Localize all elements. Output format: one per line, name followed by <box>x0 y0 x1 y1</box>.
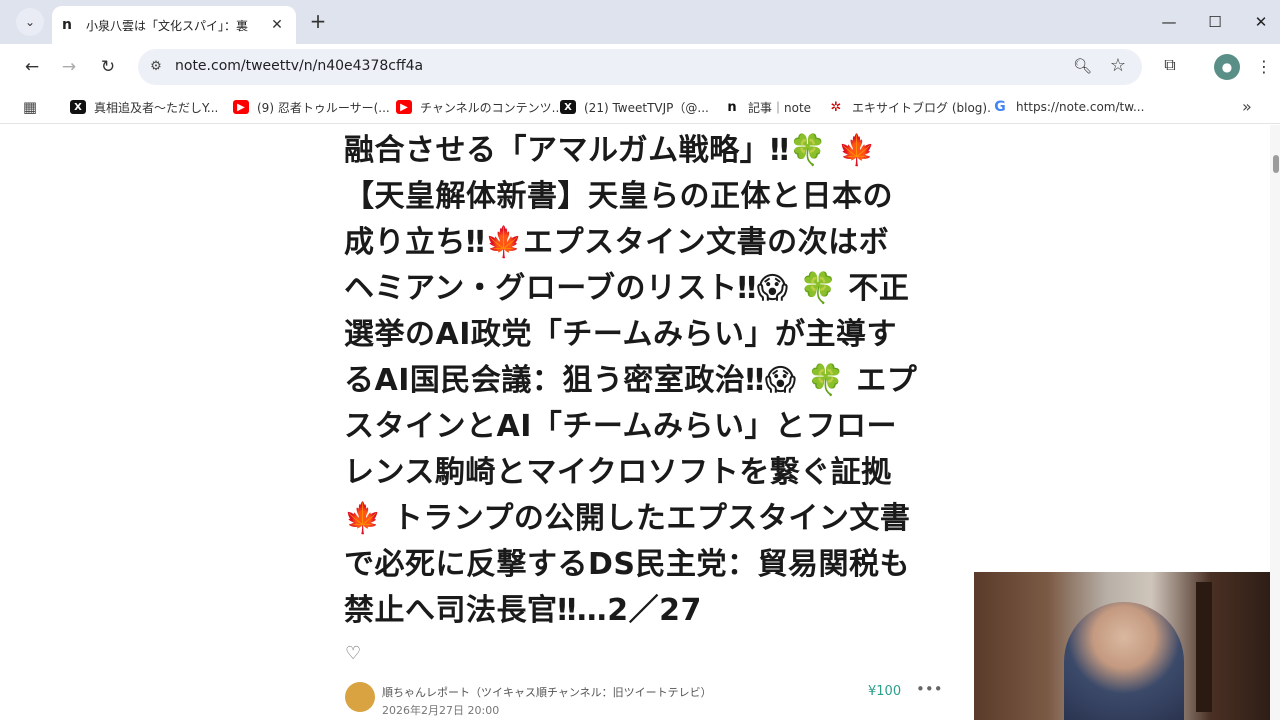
heart-icon[interactable]: ♡ <box>345 643 361 664</box>
active-tab[interactable]: n 小泉八雲は「文化スパイ」：裏 ✕ <box>52 6 296 44</box>
tab-title: 小泉八雲は「文化スパイ」：裏 <box>86 18 249 33</box>
author-name[interactable]: 順ちゃんレポート（ツイキャス順チャンネル：旧ツイートテレビ） <box>382 684 712 700</box>
bookmark-label: https://note.com/tw... <box>1016 100 1145 114</box>
site-settings-icon[interactable]: ⚙ <box>146 57 166 77</box>
bookmark-label: エキサイトブログ (blog)... <box>852 100 999 115</box>
extensions-icon[interactable]: ⧉ <box>1158 53 1182 77</box>
maximize-button[interactable]: ☐ <box>1192 8 1238 36</box>
x-logo-icon: X <box>560 100 576 114</box>
youtube-icon: ▶ <box>233 100 249 114</box>
title-line: ヘミアン・グローブのリスト‼😱 🍀 不正 <box>344 271 910 306</box>
article-title: 融合させる「アマルガム戦略」‼🍀 🍁 【天皇解体新書】天皇らの正体と日本の 成り… <box>344 128 934 634</box>
google-logo-icon: G <box>992 99 1008 115</box>
apps-grid-icon[interactable]: ▦ <box>21 98 39 116</box>
scrollbar-thumb[interactable] <box>1273 155 1279 173</box>
minimize-button[interactable]: — <box>1146 8 1192 36</box>
bookmark-label: 記事｜note <box>748 100 812 115</box>
presenter-figure <box>1064 602 1184 720</box>
bookmark-item[interactable]: ▶ チャンネルのコンテンツ... <box>396 97 563 117</box>
title-line: るAI国民会議：狙う密室政治‼😱 🍀 エプ <box>344 363 918 398</box>
price-label: ¥100 <box>868 684 902 699</box>
bookmark-item[interactable]: ✲ エキサイトブログ (blog)... <box>828 97 999 117</box>
reload-button[interactable]: ↻ <box>94 53 122 81</box>
close-window-button[interactable]: ✕ <box>1238 8 1280 36</box>
profile-avatar[interactable]: ● <box>1214 54 1240 80</box>
tab-strip: ⌄ n 小泉八雲は「文化スパイ」：裏 ✕ + — ☐ ✕ <box>0 0 1280 44</box>
bookmark-item[interactable]: X (21) TweetTVJP（@... <box>560 97 709 117</box>
address-bar[interactable]: ⚙ note.com/tweettv/n/n40e4378cff4a 🔍︎ ☆ <box>138 49 1142 85</box>
webcam-overlay <box>974 572 1270 720</box>
title-line: 🍁 トランプの公開したエプスタイン文書 <box>344 501 911 536</box>
scrollbar[interactable] <box>1270 125 1280 720</box>
more-options-icon[interactable]: ••• <box>916 680 943 698</box>
bookmark-item[interactable]: ▶ (9) 忍者トゥルーサー(... <box>233 97 390 117</box>
title-line: で必死に反撃するDS民主党：貿易関税も <box>344 547 911 582</box>
title-line: 選挙のAI政党「チームみらい」が主導す <box>344 317 897 352</box>
bookmark-item[interactable]: G https://note.com/tw... <box>992 97 1144 117</box>
post-date: 2026年2月27日 20:00 <box>382 704 500 717</box>
bookmark-label: 真相追及者〜ただしY... <box>94 100 219 115</box>
x-logo-icon: X <box>70 100 86 114</box>
bookmark-item[interactable]: n 記事｜note <box>724 97 811 117</box>
title-line: 成り立ち‼🍁エプスタイン文書の次はボ <box>344 225 890 260</box>
back-button[interactable]: ← <box>18 53 46 81</box>
bookmark-label: (21) TweetTVJP（@... <box>584 100 709 115</box>
bookmarks-bar: ▦ X 真相追及者〜ただしY... ▶ (9) 忍者トゥルーサー(... ▶ チ… <box>0 90 1280 124</box>
browser-menu-icon[interactable]: ⋮ <box>1256 54 1272 80</box>
tab-close-icon[interactable]: ✕ <box>268 17 286 33</box>
title-line: レンス駒崎とマイクロソフトを繋ぐ証拠 <box>344 455 892 490</box>
title-line: 融合させる「アマルガム戦略」‼🍀 🍁 <box>344 133 877 168</box>
tab-search-chevron-icon[interactable]: ⌄ <box>16 8 44 36</box>
bookmark-label: (9) 忍者トゥルーサー(... <box>257 100 390 115</box>
title-line: スタインとAI「チームみらい」とフロー <box>344 409 897 444</box>
author-avatar[interactable] <box>345 682 375 712</box>
lamp-shape <box>1196 582 1212 712</box>
zoom-icon[interactable]: 🔍︎ <box>1073 57 1092 75</box>
note-favicon-icon: n <box>62 17 72 33</box>
title-line: 【天皇解体新書】天皇らの正体と日本の <box>344 179 893 214</box>
more-bookmarks-chevron-icon[interactable]: » <box>1242 97 1252 116</box>
excite-logo-icon: ✲ <box>828 100 844 115</box>
bookmark-label: チャンネルのコンテンツ... <box>420 100 564 115</box>
bookmark-item[interactable]: X 真相追及者〜ただしY... <box>70 97 218 117</box>
browser-toolbar: ← → ↻ ⚙ note.com/tweettv/n/n40e4378cff4a… <box>0 44 1280 90</box>
title-line: 禁止へ司法長官‼…2／27 <box>344 593 702 628</box>
new-tab-button[interactable]: + <box>306 10 330 34</box>
url-text[interactable]: note.com/tweettv/n/n40e4378cff4a <box>175 58 423 74</box>
forward-button[interactable]: → <box>55 53 83 81</box>
note-logo-icon: n <box>724 100 740 115</box>
bookmark-star-icon[interactable]: ☆ <box>1110 55 1126 76</box>
youtube-icon: ▶ <box>396 100 412 114</box>
